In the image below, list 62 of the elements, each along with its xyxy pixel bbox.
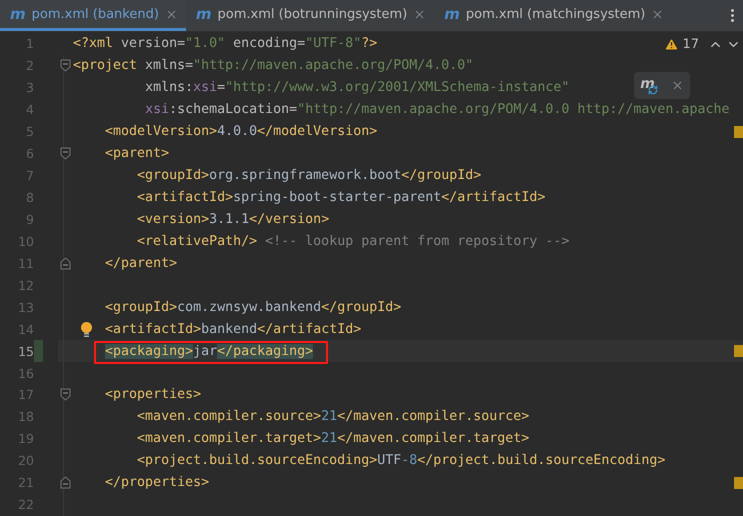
code-line: </parent> [105, 256, 178, 271]
code-line: <artifactId>bankend</artifactId> [105, 322, 362, 337]
code-line: <groupId>com.zwnsyw.bankend</groupId> [105, 300, 402, 315]
code-line: <artifactId>spring-boot-starter-parent</artifactId> [137, 190, 546, 206]
editor-tab[interactable]: m pom.xml (matchingsystem) [434, 0, 672, 31]
fold-icon[interactable] [60, 476, 70, 490]
warning-count[interactable]: 17 [682, 36, 699, 52]
fold-icon[interactable] [60, 388, 70, 402]
close-icon[interactable] [413, 8, 426, 20]
code-line: <modelVersion>4.0.0</modelVersion> [105, 124, 378, 140]
fold-icon[interactable] [60, 59, 70, 72]
fold-icon[interactable] [60, 256, 70, 270]
code-line: <project.build.sourceEncoding>UTF-8</project.build.sourceEncoding> [137, 453, 666, 468]
line-number: 20 [17, 453, 34, 468]
tab-label: pom.xml (botrunningsystem) [218, 6, 408, 22]
line-number: 6 [25, 146, 34, 162]
file-icon: m [444, 6, 460, 22]
code-line: </properties> [105, 475, 210, 490]
code-line: <project xmlns="http://maven.apache.org/POM/4.0.0" [73, 58, 474, 74]
code-line: <parent> [105, 146, 170, 162]
line-number: 2 [25, 58, 34, 74]
line-number: 18 [17, 409, 34, 424]
line-number: 3 [25, 80, 34, 96]
line-number: 7 [25, 168, 34, 184]
line-number: 5 [25, 124, 34, 140]
code-line: <relativePath/> <!-- lookup parent from repository --> [137, 234, 570, 249]
line-number: 14 [17, 322, 34, 337]
tab-label: pom.xml (matchingsystem) [466, 6, 646, 22]
code-line: <version>3.1.1</version> [137, 212, 330, 227]
tab-label: pom.xml (bankend) [32, 6, 159, 22]
line-number: 22 [17, 497, 34, 512]
code-line: <maven.compiler.target>21</maven.compiler.target> [137, 431, 530, 446]
code-line: xsi:schemaLocation="http://maven.apache.org/POM/4.0.0 http://maven.apache [145, 102, 730, 118]
code-line: <?xml version="1.0" encoding="UTF-8"?> [73, 36, 378, 52]
line-number: 10 [17, 234, 34, 249]
file-icon: m [196, 6, 212, 22]
line-number: 4 [25, 102, 34, 118]
line-number: 12 [17, 278, 34, 293]
lightbulb-icon[interactable] [80, 321, 93, 338]
maven-icon[interactable]: m [640, 76, 655, 90]
code-line: <packaging>jar</packaging> [105, 344, 314, 359]
code-line: xmlns:xsi="http://www.w3.org/2001/XMLSchema-instance" [145, 80, 570, 96]
code-line: <groupId>org.springframework.boot</groupId> [137, 168, 482, 184]
close-icon[interactable] [651, 8, 664, 20]
line-number: 19 [17, 431, 34, 446]
line-number: 15 [17, 344, 34, 359]
line-number: 16 [17, 366, 34, 381]
code-line: <maven.compiler.source>21</maven.compiler.source> [137, 409, 530, 424]
close-icon[interactable] [670, 79, 684, 92]
warning-icon[interactable] [664, 36, 680, 52]
line-number: 21 [17, 475, 34, 490]
file-icon: m [10, 6, 26, 22]
line-number: 13 [17, 300, 34, 315]
fold-icon[interactable] [60, 147, 70, 160]
code-line: <properties> [105, 387, 202, 402]
line-number: 11 [17, 256, 34, 271]
line-number: 9 [25, 212, 34, 227]
close-icon[interactable] [164, 8, 178, 20]
line-number: 8 [25, 190, 34, 206]
line-number: 17 [17, 387, 34, 402]
editor-tab[interactable]: m pom.xml (botrunningsystem) [186, 0, 434, 31]
line-number: 1 [25, 36, 34, 52]
